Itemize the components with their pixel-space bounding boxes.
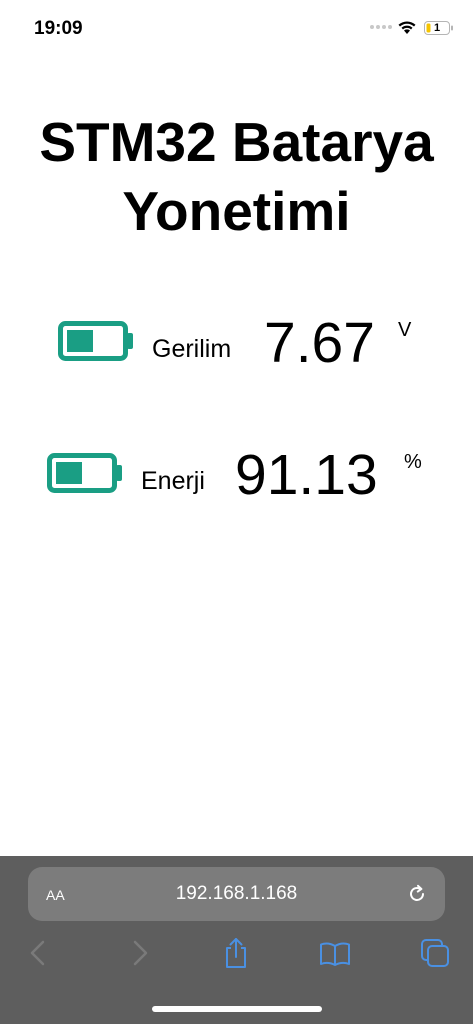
browser-toolbar: AA 192.168.1.168 xyxy=(0,856,473,1024)
battery-level-text: 1 xyxy=(433,22,441,34)
energy-unit: % xyxy=(404,451,422,473)
status-time: 19:09 xyxy=(34,18,83,39)
voltage-unit: V xyxy=(398,319,412,341)
address-bar[interactable]: AA 192.168.1.168 xyxy=(28,867,445,921)
tabs-icon[interactable] xyxy=(418,936,452,970)
energy-value: 91.13 xyxy=(235,443,378,507)
battery-icon xyxy=(47,453,122,493)
voltage-value: 7.67 xyxy=(264,311,375,375)
reload-icon[interactable] xyxy=(405,882,429,906)
voltage-label: Gerilim xyxy=(152,335,232,363)
page-title-line-1: STM32 Batarya xyxy=(39,111,434,173)
home-indicator xyxy=(152,1006,322,1012)
wifi-icon xyxy=(398,21,416,34)
forward-icon[interactable] xyxy=(122,936,156,970)
page-title: STM32 Batarya Yonetimi xyxy=(0,108,473,246)
bookmarks-icon[interactable] xyxy=(318,936,352,970)
page-title-line-2: Yonetimi xyxy=(122,180,351,242)
energy-label: Enerji xyxy=(141,467,205,495)
battery-icon xyxy=(58,321,133,361)
page: 19:09 1 STM32 Batarya Yonetimi Gerilim 7… xyxy=(0,0,473,1024)
share-icon[interactable] xyxy=(219,936,253,970)
url-text[interactable]: 192.168.1.168 xyxy=(28,882,445,906)
status-bar: 19:09 1 xyxy=(0,0,473,58)
back-icon[interactable] xyxy=(22,936,56,970)
cellular-signal-icon xyxy=(370,25,392,29)
